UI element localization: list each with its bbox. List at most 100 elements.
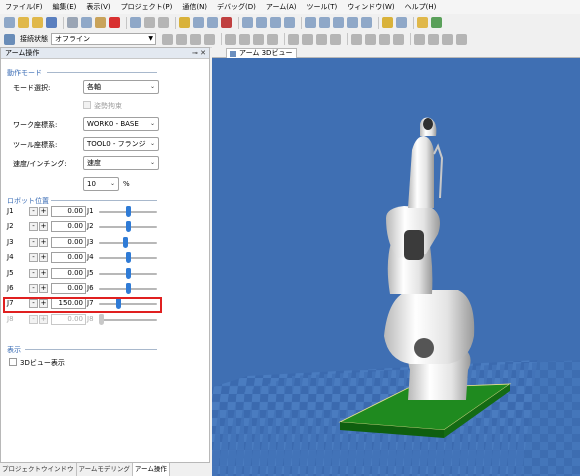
joint-slider-thumb[interactable] [125, 206, 131, 217]
save-icon[interactable] [46, 17, 57, 28]
open-icon[interactable] [32, 17, 43, 28]
watch-icon[interactable] [319, 17, 330, 28]
disconnect-icon[interactable] [162, 33, 173, 45]
breakpoint-icon[interactable] [305, 17, 316, 28]
tab-project-window[interactable]: プロジェクトウインドウ [0, 463, 77, 476]
joint-decrement-button[interactable]: - [29, 207, 38, 216]
stop-icon[interactable] [190, 33, 201, 45]
top-view-icon[interactable] [379, 33, 390, 45]
rotate-view-icon[interactable] [288, 33, 299, 45]
chart-icon[interactable] [431, 17, 442, 28]
work-coord-dropdown[interactable]: WORK0 - BASE ⌄ [83, 117, 159, 131]
flag-icon[interactable] [417, 17, 428, 28]
step-back-icon[interactable] [225, 33, 236, 45]
mode-select-dropdown[interactable]: 各軸 ⌄ [83, 80, 159, 94]
joint-slider-track[interactable] [99, 241, 157, 244]
connection-select[interactable]: オフライン ▼ [51, 33, 156, 45]
new-file-icon[interactable] [4, 17, 15, 28]
joint-increment-button[interactable]: + [39, 253, 48, 263]
joint-slider-thumb[interactable] [122, 236, 128, 248]
step-into-icon[interactable] [256, 17, 267, 28]
joint-decrement-button[interactable]: - [29, 222, 38, 232]
step-forward-icon[interactable] [239, 33, 250, 45]
io-monitor-icon[interactable] [347, 17, 358, 28]
pan-view-icon[interactable] [302, 33, 313, 45]
joint-slider-thumb[interactable] [125, 221, 131, 233]
joint-increment-button[interactable]: + [39, 314, 48, 324]
joint-value-field[interactable]: 0.00 [51, 236, 86, 248]
speed-inching-dropdown[interactable]: 速度 ⌄ [83, 156, 159, 170]
joint-increment-button[interactable]: + [39, 284, 48, 293]
zoom-view-icon[interactable] [316, 33, 327, 45]
tab-arm-3d-view[interactable]: アーム 3Dビュー [226, 48, 298, 58]
close-icon[interactable]: ✕ [200, 49, 206, 57]
joint-increment-button[interactable]: + [39, 222, 48, 232]
open-folder-icon[interactable] [18, 17, 29, 28]
pin-icon[interactable]: ⊸ [192, 49, 198, 57]
find-icon[interactable] [130, 17, 141, 28]
menu-communication[interactable]: 通信(N) [177, 0, 212, 14]
joint-slider-thumb[interactable] [125, 283, 131, 294]
home-icon[interactable] [267, 33, 278, 45]
joint-slider-track[interactable] [99, 318, 157, 321]
menu-help[interactable]: ヘルプ(H) [400, 0, 442, 14]
axis-icon[interactable] [428, 33, 439, 45]
joint-value-field[interactable]: 0.00 [51, 283, 86, 294]
compile-icon[interactable] [193, 17, 204, 28]
joint-slider-thumb[interactable] [99, 313, 104, 325]
joint-value-field[interactable]: 0.00 [51, 221, 86, 233]
joint-slider-thumb[interactable] [125, 252, 131, 264]
iso-view-icon[interactable] [393, 33, 404, 45]
joint-decrement-button[interactable]: - [29, 253, 38, 263]
paste-icon[interactable] [95, 17, 106, 28]
window-layout-icon[interactable] [382, 17, 393, 28]
tab-arm-operation[interactable]: アーム操作 [132, 463, 170, 476]
menu-project[interactable]: プロジェクト(P) [116, 0, 178, 14]
step-out-icon[interactable] [284, 17, 295, 28]
build-icon[interactable] [179, 17, 190, 28]
grid-icon[interactable] [414, 33, 425, 45]
side-view-icon[interactable] [365, 33, 376, 45]
joint-value-field[interactable]: 0.00 [51, 267, 86, 279]
joint-decrement-button[interactable]: - [29, 268, 38, 278]
speed-percent-dropdown[interactable]: 10 ⌄ [83, 177, 119, 191]
reset-icon[interactable] [253, 33, 264, 45]
tab-arm-modeling[interactable]: アームモデリング [77, 463, 133, 476]
undo-icon[interactable] [144, 17, 155, 28]
posture-constraint-checkbox[interactable] [83, 101, 91, 109]
run-icon[interactable] [176, 33, 187, 45]
copy-icon[interactable] [81, 17, 92, 28]
menu-debug[interactable]: デバッグ(D) [212, 0, 261, 14]
joint-decrement-button[interactable]: - [29, 284, 38, 293]
snapshot-icon[interactable] [456, 33, 467, 45]
joint-value-field[interactable]: 0.00 [51, 252, 86, 264]
measure-icon[interactable] [442, 33, 453, 45]
joint-value-field[interactable]: 0.00 [51, 206, 86, 217]
view3d-checkbox[interactable] [9, 358, 17, 366]
fit-view-icon[interactable] [330, 33, 341, 45]
pause-icon[interactable] [204, 33, 215, 45]
joint-increment-button[interactable]: + [39, 237, 48, 247]
log-icon[interactable] [361, 17, 372, 28]
joint-value-field[interactable]: 0.00 [51, 313, 86, 325]
transfer-icon[interactable] [207, 17, 218, 28]
arm-3d-viewport[interactable] [212, 58, 580, 476]
comment-icon[interactable] [396, 17, 407, 28]
menu-view[interactable]: 表示(V) [81, 0, 115, 14]
step-over-icon[interactable] [270, 17, 281, 28]
menu-edit[interactable]: 編集(E) [48, 0, 82, 14]
cut-icon[interactable] [67, 17, 78, 28]
joint-increment-button[interactable]: + [39, 268, 48, 278]
menu-tools[interactable]: ツール(T) [302, 0, 343, 14]
redo-icon[interactable] [158, 17, 169, 28]
debug-icon[interactable] [221, 17, 232, 28]
delete-icon[interactable] [109, 17, 120, 28]
tool-coord-dropdown[interactable]: TOOL0 - フランジ ⌄ [83, 137, 159, 151]
joint-slider-thumb[interactable] [125, 267, 131, 279]
front-view-icon[interactable] [351, 33, 362, 45]
menu-arm[interactable]: アーム(A) [261, 0, 302, 14]
joint-decrement-button[interactable]: - [29, 314, 38, 324]
joint-decrement-button[interactable]: - [29, 237, 38, 247]
joint-increment-button[interactable]: + [39, 207, 48, 216]
variables-icon[interactable] [333, 17, 344, 28]
